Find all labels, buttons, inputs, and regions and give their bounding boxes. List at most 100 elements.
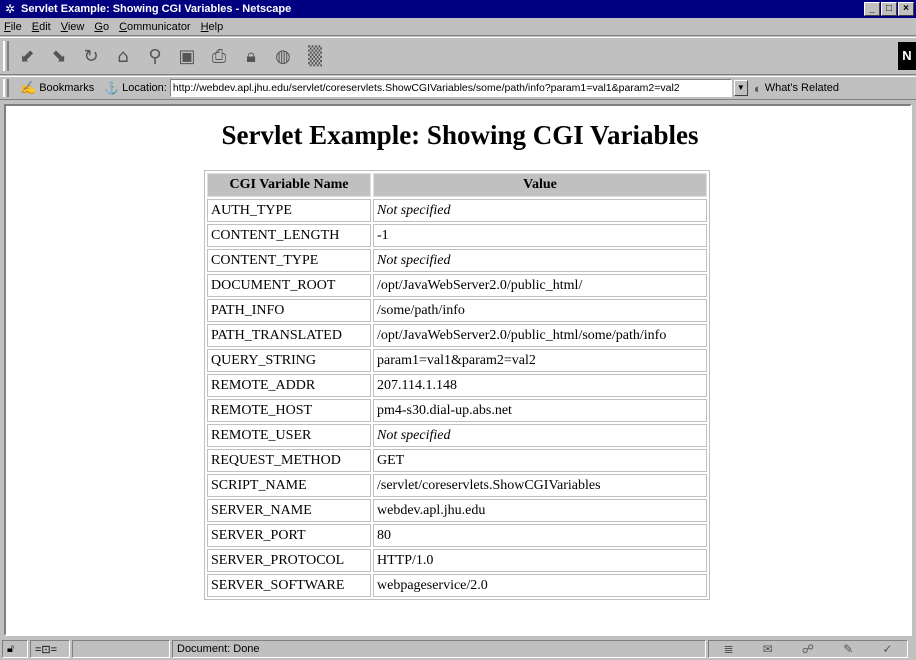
netscape-logo: N xyxy=(898,42,916,70)
back-icon[interactable]: ⬋ xyxy=(14,43,40,69)
cgi-variable-value: Not specified xyxy=(373,424,707,447)
cgi-variable-value: pm4-s30.dial-up.abs.net xyxy=(373,399,707,422)
discussion-icon[interactable]: ☍ xyxy=(802,642,814,656)
url-dropdown-icon[interactable]: ▼ xyxy=(733,80,748,96)
connection-icon: =⊡= xyxy=(30,640,70,658)
column-header-value: Value xyxy=(373,173,707,197)
composer-icon[interactable]: ✎ xyxy=(843,642,853,656)
cgi-variable-value: /opt/JavaWebServer2.0/public_html/some/p… xyxy=(373,324,707,347)
cgi-variable-value: /opt/JavaWebServer2.0/public_html/ xyxy=(373,274,707,297)
menu-view[interactable]: View xyxy=(61,21,85,33)
related-icon: ◐ xyxy=(753,80,762,96)
cgi-variable-name: PATH_TRANSLATED xyxy=(207,324,371,347)
window-title: Servlet Example: Showing CGI Variables -… xyxy=(21,3,292,15)
cgi-variables-table: CGI Variable Name Value AUTH_TYPE Not spe… xyxy=(204,170,710,600)
cgi-variable-value: HTTP/1.0 xyxy=(373,549,707,572)
cgi-variable-name: SERVER_SOFTWARE xyxy=(207,574,371,597)
location-label: ⚓ Location: xyxy=(104,81,167,95)
security-icon[interactable]: 🔒︎ xyxy=(238,43,264,69)
page-content: Servlet Example: Showing CGI Variables C… xyxy=(4,104,912,636)
minimize-button[interactable]: _ xyxy=(864,2,880,16)
toolbar-grip[interactable] xyxy=(3,79,9,97)
cgi-variable-value: webdev.apl.jhu.edu xyxy=(373,499,707,522)
cgi-variable-name: QUERY_STRING xyxy=(207,349,371,372)
security-lock-icon[interactable]: 🔓︎ xyxy=(2,640,28,658)
whats-related-label: What's Related xyxy=(764,82,839,94)
toolbar-grip[interactable] xyxy=(3,41,9,71)
cgi-variable-value: Not specified xyxy=(373,199,707,222)
table-row: CONTENT_LENGTH -1 xyxy=(207,224,707,247)
table-row: SERVER_NAME webdev.apl.jhu.edu xyxy=(207,499,707,522)
status-text: Document: Done xyxy=(172,640,706,658)
progress-bar xyxy=(72,640,170,658)
stop-icon[interactable]: ▒ xyxy=(302,43,328,69)
menu-go[interactable]: Go xyxy=(94,21,109,33)
cgi-variable-value: Not specified xyxy=(373,249,707,272)
location-toolbar: ✍ Bookmarks ⚓ Location: http://webdev.ap… xyxy=(0,76,916,100)
title-bar: ✲ Servlet Example: Showing CGI Variables… xyxy=(0,0,916,18)
table-row: SCRIPT_NAME/servlet/coreservlets.ShowCGI… xyxy=(207,474,707,497)
cgi-variable-value: param1=val1&param2=val2 xyxy=(373,349,707,372)
cgi-variable-name: REQUEST_METHOD xyxy=(207,449,371,472)
cgi-variable-name: AUTH_TYPE xyxy=(207,199,371,222)
cgi-variable-name: PATH_INFO xyxy=(207,299,371,322)
table-row: REMOTE_USER Not specified xyxy=(207,424,707,447)
cgi-variable-value: webpageservice/2.0 xyxy=(373,574,707,597)
navigator-icon[interactable]: ≣ xyxy=(724,642,734,656)
search-icon[interactable]: ⚲ xyxy=(142,43,168,69)
status-bar: 🔓︎ =⊡= Document: Done ≣ ✉ ☍ ✎ ✓ xyxy=(0,638,916,660)
menu-file[interactable]: File xyxy=(4,21,22,33)
table-row: SERVER_SOFTWARE webpageservice/2.0 xyxy=(207,574,707,597)
menu-help[interactable]: Help xyxy=(201,21,224,33)
component-bar: ≣ ✉ ☍ ✎ ✓ xyxy=(708,640,908,658)
url-input[interactable]: http://webdev.apl.jhu.edu/servlet/corese… xyxy=(169,79,732,97)
cgi-variable-name: REMOTE_HOST xyxy=(207,399,371,422)
location-text: Location: xyxy=(122,82,167,94)
table-row: PATH_TRANSLATED/opt/JavaWebServer2.0/pub… xyxy=(207,324,707,347)
navigation-toolbar: ⬋ ⬊ ↻ ⌂ ⚲ ▣ ⎙ 🔒︎ ◍ ▒ N xyxy=(0,37,916,75)
table-row: DOCUMENT_ROOT/opt/JavaWebServer2.0/publi… xyxy=(207,274,707,297)
forward-icon[interactable]: ⬊ xyxy=(46,43,72,69)
cgi-variable-name: SERVER_PROTOCOL xyxy=(207,549,371,572)
bookmarks-button[interactable]: ✍ Bookmarks xyxy=(20,80,94,96)
cgi-variable-value: GET xyxy=(373,449,707,472)
table-row: REMOTE_ADDR 207.114.1.148 xyxy=(207,374,707,397)
shop-icon[interactable]: ◍ xyxy=(270,43,296,69)
table-row: REQUEST_METHOD GET xyxy=(207,449,707,472)
menu-communicator[interactable]: Communicator xyxy=(119,21,191,33)
cgi-variable-value: 80 xyxy=(373,524,707,547)
bookmarks-label: Bookmarks xyxy=(39,82,95,94)
window-controls: _ □ × xyxy=(863,2,914,16)
table-header-row: CGI Variable Name Value xyxy=(207,173,707,197)
cgi-variable-name: SERVER_PORT xyxy=(207,524,371,547)
table-row: REMOTE_HOST pm4-s30.dial-up.abs.net xyxy=(207,399,707,422)
mail-icon[interactable]: ✉ xyxy=(763,642,773,656)
menu-bar: File Edit View Go Communicator Help xyxy=(0,18,916,36)
bookmark-icon: ✍ xyxy=(20,80,37,95)
column-header-name: CGI Variable Name xyxy=(207,173,371,197)
menu-edit[interactable]: Edit xyxy=(32,21,51,33)
close-button[interactable]: × xyxy=(898,2,914,16)
aim-icon[interactable]: ✓ xyxy=(882,642,892,656)
location-icon: ⚓ xyxy=(104,81,120,95)
home-icon[interactable]: ⌂ xyxy=(110,43,136,69)
print-icon[interactable]: ⎙ xyxy=(206,43,232,69)
reload-icon[interactable]: ↻ xyxy=(78,43,104,69)
whats-related-button[interactable]: ◐ What's Related xyxy=(754,81,839,96)
cgi-variable-name: REMOTE_USER xyxy=(207,424,371,447)
my-netscape-icon[interactable]: ▣ xyxy=(174,43,200,69)
page-heading: Servlet Example: Showing CGI Variables xyxy=(221,120,699,150)
table-row: PATH_INFO/some/path/info xyxy=(207,299,707,322)
cgi-variable-value: /servlet/coreservlets.ShowCGIVariables xyxy=(373,474,707,497)
table-row: CONTENT_TYPE Not specified xyxy=(207,249,707,272)
table-row: QUERY_STRING param1=val1&param2=val2 xyxy=(207,349,707,372)
cgi-variable-name: DOCUMENT_ROOT xyxy=(207,274,371,297)
table-row: SERVER_PORT 80 xyxy=(207,524,707,547)
netscape-icon: ✲ xyxy=(4,2,16,16)
cgi-variable-value: -1 xyxy=(373,224,707,247)
maximize-button[interactable]: □ xyxy=(881,2,897,16)
table-row: AUTH_TYPE Not specified xyxy=(207,199,707,222)
cgi-variable-name: CONTENT_LENGTH xyxy=(207,224,371,247)
cgi-variable-name: CONTENT_TYPE xyxy=(207,249,371,272)
cgi-variable-value: /some/path/info xyxy=(373,299,707,322)
